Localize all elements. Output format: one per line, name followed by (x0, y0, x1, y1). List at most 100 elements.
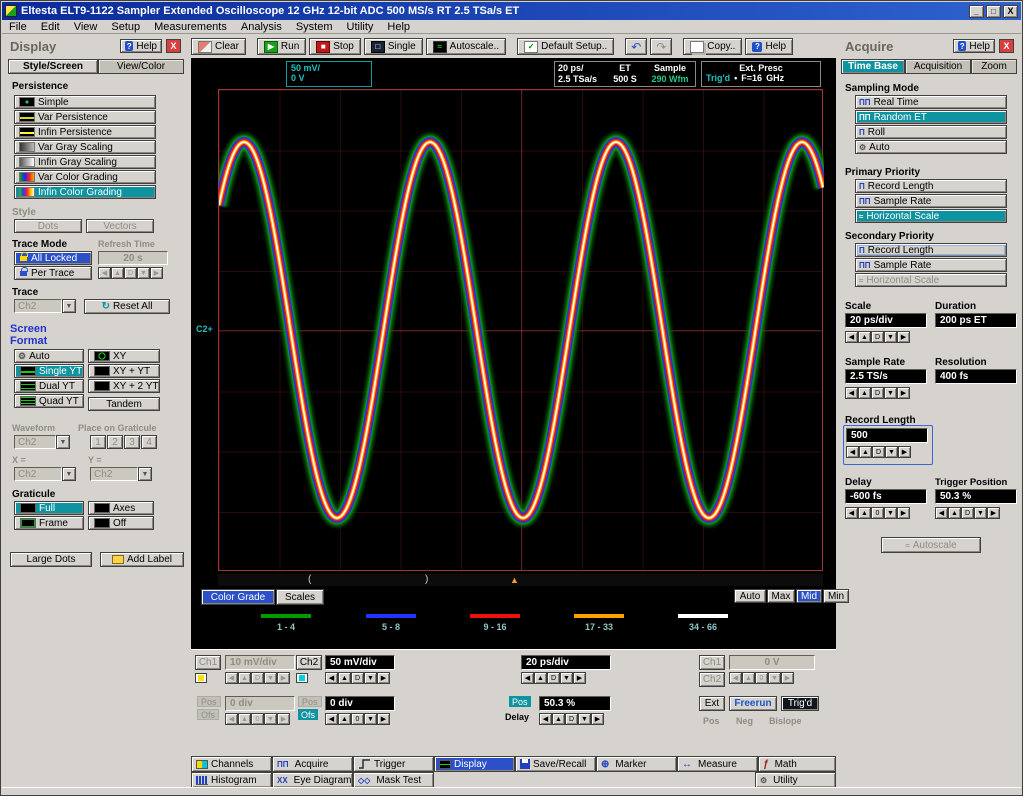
tab-acquisition[interactable]: Acquisition (905, 59, 971, 74)
spinner-button[interactable]: ▼ (560, 672, 573, 684)
channel2-info-box[interactable]: 50 mV/ 0 V (286, 61, 372, 87)
spinner-button[interactable]: ▲ (948, 507, 961, 519)
spinner-button[interactable]: D (872, 446, 885, 458)
slope-pos-label[interactable]: Pos (703, 716, 720, 726)
undo-button[interactable]: ↶ (625, 38, 647, 55)
spinner-button[interactable]: ▼ (974, 507, 987, 519)
spinner-button[interactable]: ◀ (521, 672, 534, 684)
chevron-down-icon[interactable]: ▼ (62, 299, 76, 313)
spinner-button[interactable]: ▼ (578, 713, 591, 725)
spinner-button[interactable]: ▼ (884, 331, 897, 343)
spinner-button[interactable]: ▲ (338, 713, 351, 725)
spinner-button[interactable]: D (351, 672, 364, 684)
tab-scales[interactable]: Scales (276, 589, 324, 605)
ch1-scale-spinner[interactable]: ◀▲D▼▶ (225, 672, 290, 684)
tab-view-color[interactable]: View/Color (98, 59, 184, 74)
reset-all-button[interactable]: ↻Reset All (84, 299, 170, 314)
trigger-position-value[interactable]: 50.3 % (539, 696, 611, 711)
refresh-time-spinner[interactable]: ◀▲D▼▶ (98, 267, 163, 279)
menu-file[interactable]: File (2, 21, 34, 33)
ch2-ofs-chip[interactable]: Ofs (298, 709, 318, 720)
tab-utility[interactable]: ⚙Utility (755, 772, 836, 788)
trigger-src-ch1-button[interactable]: Ch1 (699, 655, 725, 670)
per-trace-button[interactable]: Per Trace (14, 266, 92, 280)
menu-analysis[interactable]: Analysis (234, 21, 289, 33)
spinner-button[interactable]: ▶ (897, 387, 910, 399)
spinner-button[interactable]: D (961, 507, 974, 519)
format-single-yt-button[interactable]: Single YT (14, 364, 84, 378)
spinner-button[interactable]: ◀ (846, 446, 859, 458)
tab-channels[interactable]: Channels (191, 756, 272, 772)
horizontal-position-strip[interactable]: ( ) ▲ (218, 574, 823, 586)
spinner-button[interactable]: ▼ (884, 387, 897, 399)
tab-acquire[interactable]: ΠΠAcquire (272, 756, 353, 772)
tab-display[interactable]: Display (434, 756, 515, 772)
spinner-button[interactable]: 0 (251, 713, 264, 725)
spinner-button[interactable]: ▶ (277, 713, 290, 725)
record-length-value[interactable]: 500 (846, 428, 928, 443)
et-window-right-marker[interactable]: ) (425, 574, 428, 585)
spinner-button[interactable]: ▶ (377, 713, 390, 725)
spinner-button[interactable]: ▲ (858, 387, 871, 399)
trigd-button[interactable]: Trig'd (781, 696, 819, 711)
graticule-full-button[interactable]: Full (14, 501, 84, 515)
spinner-button[interactable]: D (565, 713, 578, 725)
freerun-button[interactable]: Freerun (729, 696, 777, 711)
sampling-random-et-button[interactable]: ΠΠRandom ET (855, 110, 1007, 124)
menu-view[interactable]: View (67, 21, 105, 33)
spinner-button[interactable]: ▶ (897, 507, 910, 519)
y-assign-select[interactable]: Ch2▼ (90, 467, 152, 481)
x-assign-select[interactable]: Ch2▼ (14, 467, 76, 481)
level-max-button[interactable]: Max (767, 589, 795, 603)
close-button[interactable]: X (1003, 5, 1018, 18)
tab-save-recall[interactable]: Save/Recall (515, 756, 596, 772)
spinner-button[interactable]: ▲ (534, 672, 547, 684)
slope-neg-label[interactable]: Neg (736, 716, 753, 726)
delay-value[interactable]: -600 fs (845, 489, 927, 504)
format-dual-yt-button[interactable]: Dual YT (14, 379, 84, 393)
title-bar[interactable]: Eltesta ELT9-1122 Sampler Extended Oscil… (2, 2, 1021, 20)
tandem-button[interactable]: Tandem (88, 397, 160, 411)
maximize-button[interactable]: □ (986, 5, 1001, 18)
default-setup-button[interactable]: ✓Default Setup.. (517, 38, 614, 55)
large-dots-button[interactable]: Large Dots (10, 552, 92, 567)
dots-button[interactable]: Dots (14, 219, 82, 233)
waveform-select[interactable]: Ch2▼ (14, 435, 70, 449)
redo-button[interactable]: ↷ (650, 38, 672, 55)
copy-button[interactable]: Copy.. (683, 38, 742, 55)
spinner-button[interactable]: ◀ (845, 331, 858, 343)
timebase-info-box[interactable]: 20 ps/ ET Sample 2.5 TSa/s 500 S 290 Wfm (554, 61, 696, 87)
tab-zoom[interactable]: Zoom (971, 59, 1017, 74)
spinner-button[interactable]: ◀ (845, 387, 858, 399)
spinner-button[interactable]: ◀ (729, 672, 742, 684)
format-xy-button[interactable]: XY (88, 349, 160, 363)
spinner-button[interactable]: ◀ (845, 507, 858, 519)
spinner-button[interactable]: ▼ (768, 672, 781, 684)
graticule-axes-button[interactable]: Axes (88, 501, 154, 515)
spinner-button[interactable]: ◀ (325, 713, 338, 725)
spinner-button[interactable]: ▲ (338, 672, 351, 684)
sampling-auto-button[interactable]: ⚙Auto (855, 140, 1007, 154)
format-xy-yt-button[interactable]: XY + YT (88, 364, 160, 378)
tab-style-screen[interactable]: Style/Screen (8, 59, 98, 74)
persistence-var-color[interactable]: Var Color Grading (14, 170, 156, 184)
display-help-button[interactable]: ?Help (120, 39, 162, 53)
place-2-button[interactable]: 2 (107, 435, 123, 449)
ch2-button[interactable]: Ch2 (296, 655, 322, 670)
channel-marker[interactable]: C2+ (196, 324, 213, 334)
trigger-level-spinner[interactable]: ◀▲0▼▶ (729, 672, 794, 684)
spinner-button[interactable]: D (251, 672, 264, 684)
secondary-horizontal-scale-button[interactable]: ≈Horizontal Scale (855, 273, 1007, 287)
prescaler-info-box[interactable]: Ext. Presc Trig'd•F=16GHz (701, 61, 821, 87)
et-window-left-marker[interactable]: ( (308, 574, 311, 585)
menu-help[interactable]: Help (380, 21, 417, 33)
spinner-button[interactable]: ▲ (742, 672, 755, 684)
stop-button[interactable]: ■Stop (309, 38, 361, 55)
acquire-help-button[interactable]: ?Help (953, 39, 995, 53)
persistence-infin-gray[interactable]: Infin Gray Scaling (14, 155, 156, 169)
spinner-button[interactable]: ◀ (935, 507, 948, 519)
tab-time-base[interactable]: Time Base (841, 59, 905, 74)
chevron-down-icon[interactable]: ▼ (138, 467, 152, 481)
spinner-button[interactable]: ◀ (325, 672, 338, 684)
tab-marker[interactable]: ⊕Marker (596, 756, 677, 772)
